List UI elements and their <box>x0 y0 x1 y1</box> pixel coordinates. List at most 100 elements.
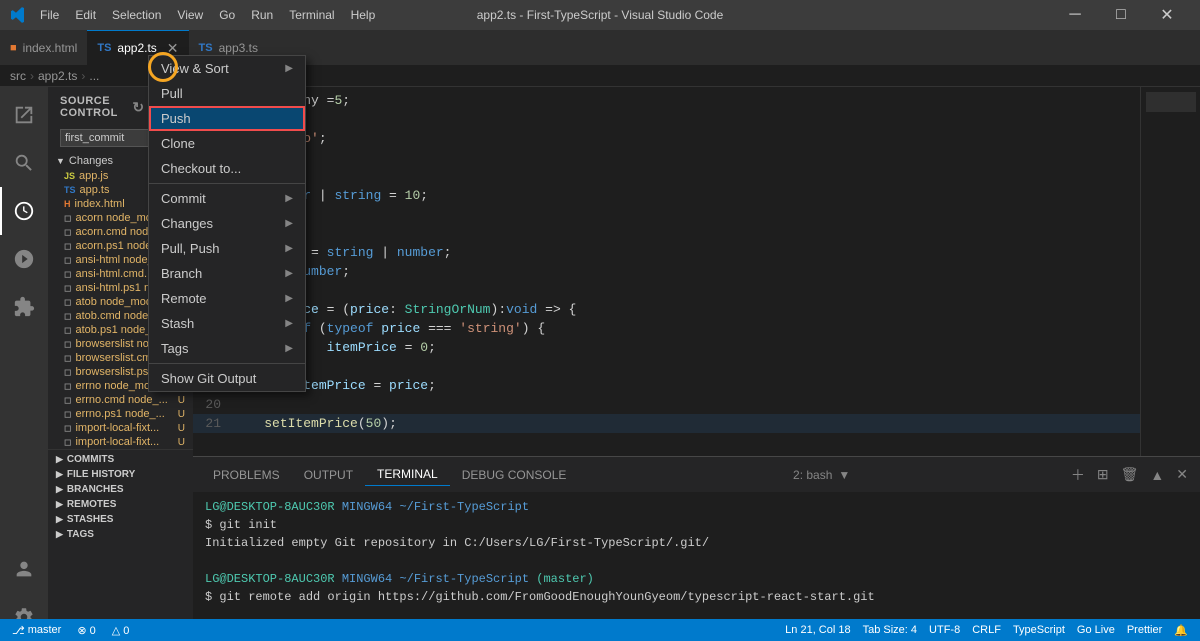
activity-account[interactable] <box>0 545 48 593</box>
menu-terminal[interactable]: Terminal <box>283 6 340 24</box>
code-line: ce: number; <box>193 262 1200 281</box>
refresh-icon[interactable]: ↻ <box>132 99 144 116</box>
file-history-label: FILE HISTORY <box>67 469 135 480</box>
status-notifications[interactable]: 🔔 <box>1170 624 1192 637</box>
commits-label: COMMITS <box>67 454 114 465</box>
tab-debug-console[interactable]: DEBUG CONSOLE <box>450 464 579 486</box>
status-errors[interactable]: ⊗ 0 <box>73 624 99 637</box>
context-menu-item-push[interactable]: Push <box>149 106 305 131</box>
tab-output[interactable]: OUTPUT <box>292 464 365 486</box>
activity-explorer[interactable] <box>0 91 48 139</box>
menu-view[interactable]: View <box>171 6 209 24</box>
context-menu-item-checkout[interactable]: Checkout to... <box>149 156 305 181</box>
ts-file-icon-app3: TS <box>199 42 213 54</box>
file-item[interactable]: ◻errno.cmd node_...U <box>48 393 193 407</box>
commits-section[interactable]: ▶ COMMITS <box>48 452 193 467</box>
context-menu-item-pull-push[interactable]: Pull, Push▶ <box>149 236 305 261</box>
close-panel-btn[interactable]: ✕ <box>1172 464 1192 485</box>
breadcrumb-part1[interactable]: src <box>10 69 26 83</box>
branches-label: BRANCHES <box>67 484 124 495</box>
status-prettier[interactable]: Prettier <box>1123 624 1166 637</box>
status-line-ending[interactable]: CRLF <box>968 624 1005 637</box>
menu-file[interactable]: File <box>34 6 65 24</box>
split-terminal-btn[interactable]: ⊞ <box>1093 464 1113 485</box>
minimize-button[interactable]: ─ <box>1052 0 1098 30</box>
status-tab-size[interactable]: Tab Size: 4 <box>859 624 921 637</box>
close-button[interactable]: ✕ <box>1144 0 1190 30</box>
tab-problems[interactable]: PROBLEMS <box>201 464 292 486</box>
kill-terminal-btn[interactable]: 🗑 <box>1117 464 1143 485</box>
file-name: browserslist no... <box>75 338 158 350</box>
status-go-live[interactable]: Go Live <box>1073 624 1119 637</box>
file-item[interactable]: ◻import-local-fixt...U <box>48 421 193 435</box>
status-branch-name: master <box>28 624 62 636</box>
context-menu-item-view-sort[interactable]: View & Sort▶ <box>149 56 305 81</box>
status-warnings[interactable]: △ 0 <box>108 624 134 637</box>
add-terminal-btn[interactable]: ＋ <box>1067 463 1089 487</box>
context-menu-label: Commit <box>161 191 281 206</box>
tab-index-html[interactable]: ■ index.html <box>0 30 87 65</box>
context-menu-label: Push <box>161 111 293 126</box>
context-menu-item-clone[interactable]: Clone <box>149 131 305 156</box>
file-name: errno.ps1 node_... <box>75 408 164 420</box>
menu-go[interactable]: Go <box>213 6 241 24</box>
generic-file-icon: ◻ <box>64 213 71 224</box>
context-menu-label: Changes <box>161 216 281 231</box>
context-menu-label: Show Git Output <box>161 371 293 386</box>
code-line: } <box>193 357 1200 376</box>
context-menu-item-show-git-output[interactable]: Show Git Output <box>149 366 305 391</box>
html-file-icon: H <box>64 199 71 209</box>
status-encoding[interactable]: UTF-8 <box>925 624 964 637</box>
changes-chevron: ▼ <box>56 156 65 166</box>
activity-extensions[interactable] <box>0 283 48 331</box>
status-language[interactable]: TypeScript <box>1009 624 1069 637</box>
context-menu-item-changes[interactable]: Changes▶ <box>149 211 305 236</box>
stashes-section[interactable]: ▶ STASHES <box>48 512 193 527</box>
generic-file-icon: ◻ <box>64 269 71 280</box>
breadcrumb-part2[interactable]: app2.ts <box>38 69 77 83</box>
menu-run[interactable]: Run <box>245 6 279 24</box>
code-line: number | string = 10; <box>193 186 1200 205</box>
tab-label-index: index.html <box>23 41 78 55</box>
context-menu-item-pull[interactable]: Pull <box>149 81 305 106</box>
file-item[interactable]: ◻errno.ps1 node_...U <box>48 407 193 421</box>
changes-label: Changes <box>69 155 113 167</box>
terminal-dropdown-btn[interactable]: ▼ <box>836 468 852 482</box>
context-menu-item-branch[interactable]: Branch▶ <box>149 261 305 286</box>
file-item[interactable]: ◻import-local-fixt...U <box>48 435 193 449</box>
stashes-chevron: ▶ <box>56 514 63 525</box>
editor-terminal-area: ue: any =5; 'hello'; true; <box>193 87 1200 641</box>
context-menu-item-tags[interactable]: Tags▶ <box>149 336 305 361</box>
tab-close-button[interactable]: ✕ <box>167 40 179 57</box>
menu-selection[interactable]: Selection <box>106 6 167 24</box>
status-line-col[interactable]: Ln 21, Col 18 <box>781 624 854 637</box>
terminal-line: $ git init <box>205 516 1188 534</box>
menu-help[interactable]: Help <box>345 6 382 24</box>
context-menu-item-commit[interactable]: Commit▶ <box>149 186 305 211</box>
context-menu-item-stash[interactable]: Stash▶ <box>149 311 305 336</box>
remotes-section[interactable]: ▶ REMOTES <box>48 497 193 512</box>
branches-section[interactable]: ▶ BRANCHES <box>48 482 193 497</box>
code-line: OrNum = string | number; <box>193 243 1200 262</box>
activity-source-control[interactable] <box>0 187 48 235</box>
code-line: ue: any =5; <box>193 91 1200 110</box>
file-name: app.ts <box>80 184 110 196</box>
maximize-button[interactable]: □ <box>1098 0 1144 30</box>
file-history-section[interactable]: ▶ FILE HISTORY <box>48 467 193 482</box>
code-line <box>193 167 1200 186</box>
ts-file-icon: TS <box>64 185 76 195</box>
terminal-line: $ git remote add origin https://github.c… <box>205 588 1188 606</box>
code-line <box>193 110 1200 129</box>
code-line: 'hello'; <box>193 129 1200 148</box>
menu-edit[interactable]: Edit <box>69 6 102 24</box>
minimap-content <box>1146 92 1196 112</box>
window-controls: ─ □ ✕ <box>1052 0 1190 30</box>
tab-terminal[interactable]: TERMINAL <box>365 463 450 486</box>
activity-search[interactable] <box>0 139 48 187</box>
context-menu-item-remote[interactable]: Remote▶ <box>149 286 305 311</box>
status-branch[interactable]: ⎇ master <box>8 624 65 637</box>
breadcrumb-part3[interactable]: ... <box>89 69 99 83</box>
activity-run[interactable] <box>0 235 48 283</box>
tags-section[interactable]: ▶ TAGS <box>48 527 193 542</box>
maximize-panel-btn[interactable]: ▲ <box>1146 465 1168 485</box>
